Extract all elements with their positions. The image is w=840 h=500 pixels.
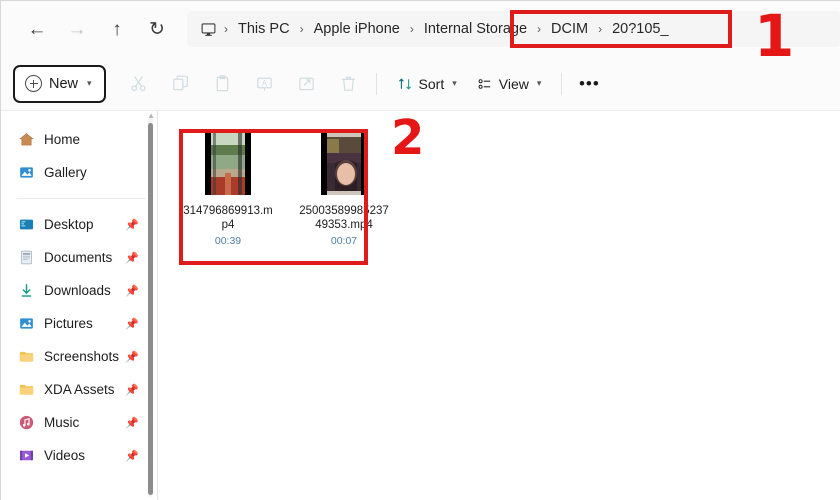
rename-icon[interactable]: A [248, 67, 282, 101]
pin-icon: 📌 [125, 384, 139, 396]
downloads-icon [17, 282, 35, 300]
breadcrumb-separator: › [409, 22, 414, 36]
sidebar-item-xda-assets[interactable]: XDA Assets 📌 [1, 373, 157, 406]
breadcrumb-item-current-folder[interactable]: 20?105_ [603, 17, 677, 41]
sidebar-item-label: Screenshots [44, 349, 120, 364]
file-grid: 314796869913.mp4 00:39 25003589985237493… [181, 133, 391, 247]
this-pc-icon [193, 14, 223, 44]
sidebar-item-pictures[interactable]: Pictures 📌 [1, 307, 157, 340]
file-duration: 00:39 [214, 235, 242, 247]
sidebar-item-label: Videos [44, 448, 86, 463]
chevron-down-icon: ▾ [452, 78, 457, 88]
video-thumbnail [205, 133, 251, 195]
sidebar-item-label: Music [44, 415, 80, 430]
back-button[interactable]: ← [17, 11, 57, 47]
breadcrumb[interactable]: › This PC › Apple iPhone › Internal Stor… [187, 11, 840, 47]
home-icon [17, 131, 35, 149]
copy-icon[interactable] [164, 67, 198, 101]
file-list-pane[interactable]: 314796869913.mp4 00:39 25003589985237493… [158, 111, 840, 500]
cut-icon[interactable] [122, 67, 156, 101]
pin-icon: 📌 [125, 318, 139, 330]
sort-icon [398, 77, 411, 90]
sidebar-item-label: Desktop [44, 217, 94, 232]
sidebar-item-label: Documents [44, 250, 113, 265]
pictures-icon [17, 315, 35, 333]
sidebar-item-label: XDA Assets [44, 382, 115, 397]
forward-button[interactable]: → [57, 11, 97, 47]
breadcrumb-item-this-pc[interactable]: This PC [229, 17, 299, 41]
desktop-icon [17, 216, 35, 234]
file-item[interactable]: 2500358998523749353.mp4 00:07 [297, 133, 391, 247]
sidebar-scrollbar-thumb[interactable] [148, 123, 153, 495]
view-label: View [498, 75, 529, 92]
file-name: 2500358998523749353.mp4 [299, 205, 389, 231]
pin-icon: 📌 [125, 450, 139, 462]
plus-icon [25, 75, 42, 92]
up-button[interactable]: ↑ [97, 11, 137, 47]
sidebar-item-videos[interactable]: Videos 📌 [1, 439, 157, 472]
sort-label: Sort [418, 75, 445, 92]
navigation-bar: ← → ↑ ↻ › This PC › Apple iPhone › Inter… [1, 1, 840, 57]
folder-icon [17, 381, 35, 399]
new-button-label: New [49, 75, 79, 92]
videos-icon [17, 447, 35, 465]
clipboard-actions: A [122, 67, 366, 101]
view-icon [478, 78, 490, 89]
sidebar-item-label: Pictures [44, 316, 93, 331]
file-explorer-window: ← → ↑ ↻ › This PC › Apple iPhone › Inter… [0, 0, 840, 500]
pin-icon: 📌 [125, 417, 139, 429]
breadcrumb-item-internal-storage[interactable]: Internal Storage [415, 17, 536, 41]
command-bar: New ▾ A Sort ▾ View ▾ ••• [1, 57, 840, 111]
chevron-down-icon: ▾ [536, 78, 542, 88]
folder-icon [17, 348, 35, 366]
paste-icon[interactable] [206, 67, 240, 101]
sidebar-item-desktop[interactable]: Desktop 📌 [1, 208, 157, 241]
file-duration: 00:07 [330, 235, 358, 247]
sidebar-divider [17, 198, 145, 199]
sidebar-item-home[interactable]: Home [1, 123, 157, 156]
sidebar-item-label: Gallery [44, 165, 87, 180]
chevron-down-icon: ▾ [87, 78, 92, 88]
more-options-button[interactable]: ••• [572, 67, 606, 101]
sidebar-item-label: Home [44, 132, 81, 147]
breadcrumb-separator: › [299, 22, 304, 36]
share-icon[interactable] [290, 67, 324, 101]
sidebar-item-music[interactable]: Music 📌 [1, 406, 157, 439]
file-name: 314796869913.mp4 [183, 205, 273, 231]
music-icon [17, 414, 35, 432]
pin-icon: 📌 [125, 285, 139, 297]
breadcrumb-item-apple-iphone[interactable]: Apple iPhone [305, 17, 409, 41]
pin-icon: 📌 [125, 351, 139, 363]
video-thumbnail [321, 133, 367, 195]
file-item[interactable]: 314796869913.mp4 00:39 [181, 133, 275, 247]
scroll-up-arrow-icon[interactable]: ▲ [147, 111, 155, 120]
pin-icon: 📌 [125, 252, 139, 264]
new-button[interactable]: New ▾ [13, 64, 106, 103]
sort-button[interactable]: Sort ▾ [387, 67, 467, 101]
sidebar-item-label: Downloads [44, 283, 111, 298]
delete-icon[interactable] [332, 67, 366, 101]
sidebar-item-downloads[interactable]: Downloads 📌 [1, 274, 157, 307]
gallery-icon [17, 164, 35, 182]
breadcrumb-item-dcim[interactable]: DCIM [542, 17, 597, 41]
sidebar-item-screenshots[interactable]: Screenshots 📌 [1, 340, 157, 373]
sidebar-scrollbar[interactable] [148, 117, 153, 497]
toolbar-divider [375, 72, 377, 95]
svg-text:A: A [262, 79, 268, 88]
toolbar-divider [561, 72, 563, 95]
sidebar-item-documents[interactable]: Documents 📌 [1, 241, 157, 274]
refresh-button[interactable]: ↻ [137, 11, 177, 47]
documents-icon [17, 249, 35, 267]
sidebar-item-gallery[interactable]: Gallery [1, 156, 157, 189]
pin-icon: 📌 [125, 219, 139, 231]
view-button[interactable]: View ▾ [467, 67, 552, 101]
navigation-pane: Home Gallery Desktop 📌 Documents 📌 Downl… [1, 111, 158, 500]
